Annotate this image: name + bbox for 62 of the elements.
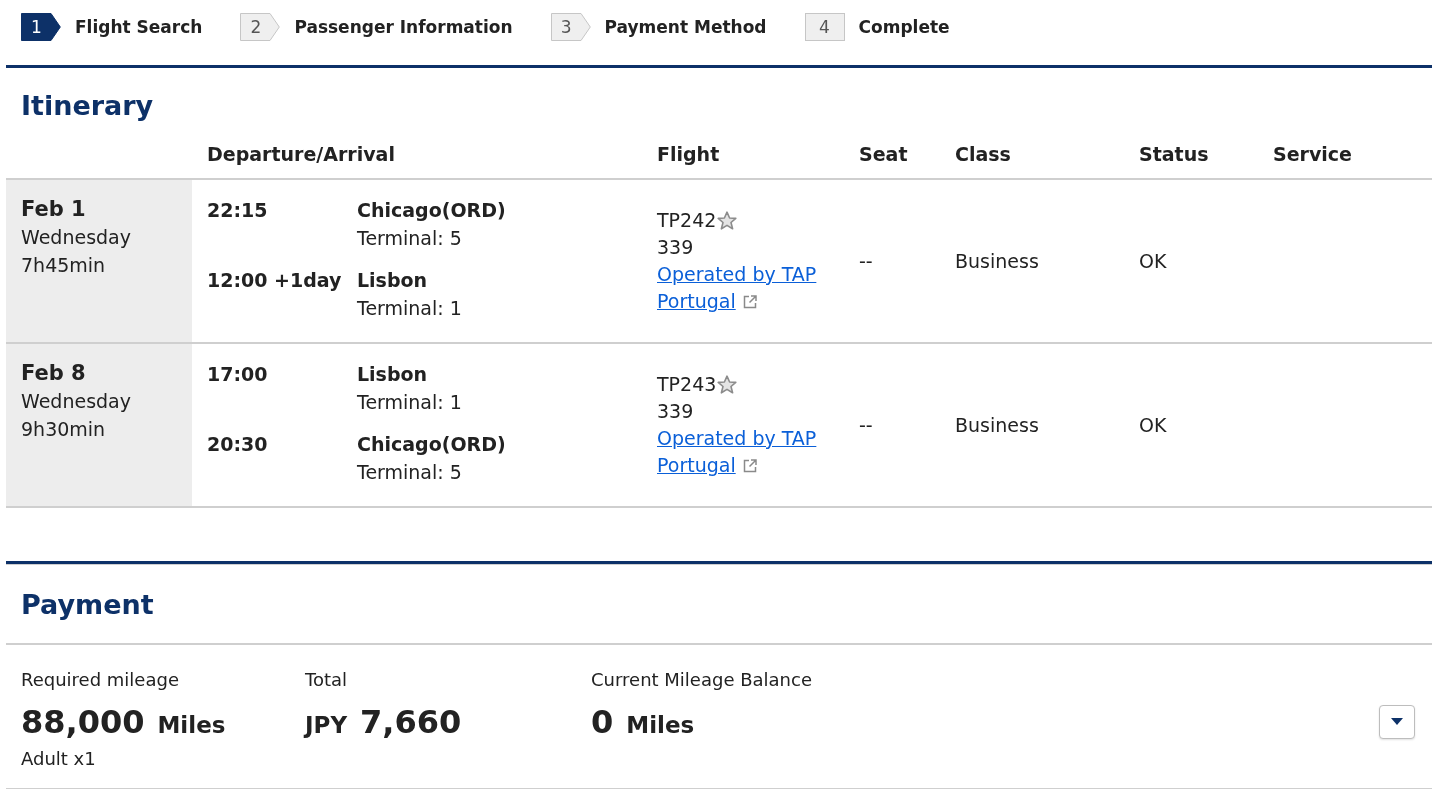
column-header: Class — [955, 142, 1011, 167]
payment-label: Current Mileage Balance — [591, 668, 812, 692]
column-header: Seat — [859, 142, 908, 167]
column-header: Departure/Arrival — [207, 142, 395, 167]
step-number: 3 — [550, 13, 591, 41]
passenger-note: Adult x1 — [21, 747, 96, 771]
operator-link[interactable]: Operated by TAP Portugal — [657, 261, 843, 315]
seat-value: -- — [859, 414, 873, 436]
class-value: Business — [955, 414, 1039, 436]
flight-number: TP243 — [657, 372, 717, 397]
step-label: Passenger Information — [294, 16, 513, 39]
payment-label: Required mileage — [21, 668, 179, 692]
unit-label: Miles — [626, 711, 695, 740]
time-text: 20:30 — [207, 432, 268, 457]
star-icon — [717, 374, 738, 395]
duration-text: 7h45min — [21, 253, 106, 278]
time-text: 12:00 +1day — [207, 268, 342, 293]
section-title: Itinerary — [21, 89, 154, 123]
step-number: 1 — [21, 13, 61, 41]
column-header: Flight — [657, 142, 720, 167]
section-title: Payment — [21, 588, 154, 622]
step-number: 2 — [240, 13, 281, 41]
external-link-icon — [742, 295, 757, 309]
seat-value: -- — [859, 250, 873, 272]
terminal-text: Terminal: 1 — [357, 390, 462, 415]
flight-date: Feb 8 — [21, 360, 86, 387]
terminal-text: Terminal: 5 — [357, 460, 462, 485]
unit-label: Miles — [157, 711, 226, 740]
class-value: Business — [955, 250, 1039, 272]
time-text: 17:00 — [207, 362, 268, 387]
step-label: Flight Search — [75, 16, 203, 39]
flight-number: TP242 — [657, 208, 717, 233]
flight-date: Feb 1 — [21, 196, 86, 223]
operator-link[interactable]: Operated by TAP Portugal — [657, 425, 843, 479]
amount-value: 0 — [591, 702, 614, 743]
city-name: Lisbon — [357, 268, 428, 293]
column-header: Service — [1273, 142, 1352, 167]
column-header: Status — [1139, 142, 1209, 167]
city-name: Chicago(ORD) — [357, 198, 506, 223]
dropdown-button[interactable] — [1379, 704, 1415, 739]
step-label: Complete — [858, 16, 950, 39]
amount-value: 88,000 — [21, 702, 145, 743]
external-link-icon — [742, 459, 757, 473]
aircraft-type: 339 — [657, 399, 694, 424]
amount-value: 7,660 — [360, 702, 462, 743]
weekday-text: Wednesday — [21, 225, 131, 250]
weekday-text: Wednesday — [21, 389, 131, 414]
time-text: 22:15 — [207, 198, 268, 223]
city-name: Chicago(ORD) — [357, 432, 506, 457]
duration-text: 9h30min — [21, 417, 106, 442]
status-value: OK — [1139, 414, 1167, 436]
city-name: Lisbon — [357, 362, 428, 387]
currency-code: JPY — [305, 711, 348, 740]
step-label: Payment Method — [604, 16, 767, 39]
star-icon — [717, 210, 738, 231]
aircraft-type: 339 — [657, 235, 694, 260]
payment-label: Total — [305, 668, 348, 692]
terminal-text: Terminal: 5 — [357, 226, 462, 251]
terminal-text: Terminal: 1 — [357, 296, 462, 321]
caret-icon — [1391, 718, 1403, 725]
status-value: OK — [1139, 250, 1167, 272]
step-number: 4 — [804, 13, 845, 41]
